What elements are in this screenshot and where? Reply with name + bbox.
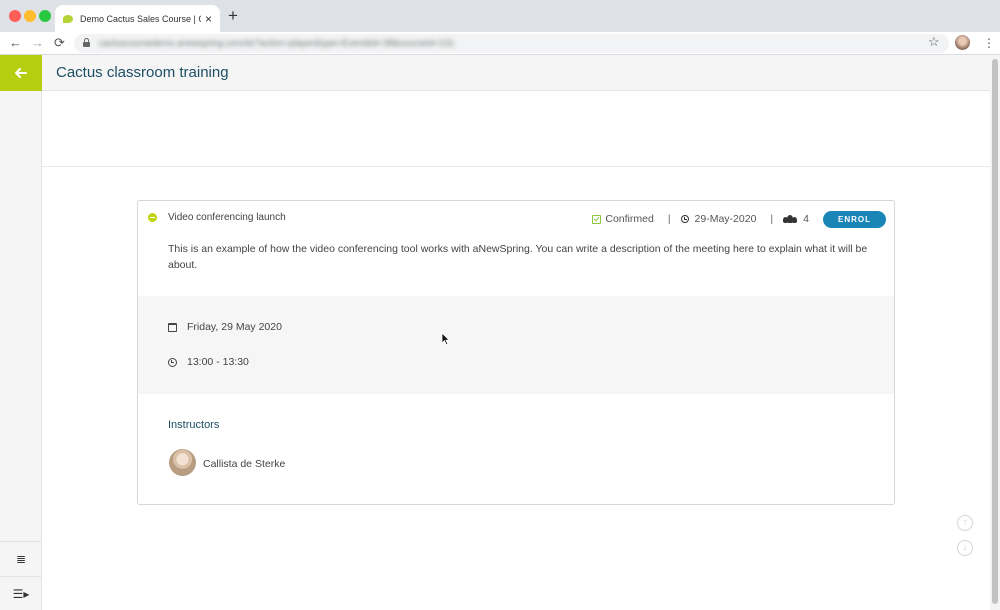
tab-close-icon[interactable]: × — [205, 13, 212, 25]
hamburger-menu-icon: ☰▸ — [12, 586, 30, 601]
instructors-heading: Instructors — [168, 419, 220, 431]
event-time-range: 13:00 - 13:30 — [187, 356, 249, 368]
meta-separator: | — [667, 213, 671, 225]
scroll-up-button[interactable]: ↑ — [957, 515, 973, 531]
event-time-row: 13:00 - 13:30 — [168, 356, 249, 368]
notes-icon: ≣ — [15, 551, 27, 566]
lock-icon — [83, 38, 90, 47]
header-spacer — [42, 91, 990, 167]
forward-arrow-icon[interactable]: → — [31, 35, 44, 51]
bookmark-star-icon[interactable]: ☆ — [928, 34, 940, 50]
event-name: Video conferencing launch — [168, 212, 286, 223]
participants-count: 4 — [803, 213, 809, 225]
scrollbar-thumb[interactable] — [992, 59, 998, 604]
app-header: Cactus classroom training — [42, 55, 990, 91]
meta-separator: | — [770, 213, 774, 225]
event-details: Friday, 29 May 2020 13:00 - 13:30 — [138, 296, 894, 394]
event-card: Video conferencing launch Confirmed | 29… — [137, 200, 895, 505]
browser-tab[interactable]: Demo Cactus Sales Course | C × — [55, 5, 220, 32]
notes-button[interactable]: ≣ — [0, 541, 42, 575]
clock-icon — [168, 357, 177, 367]
event-date-row: Friday, 29 May 2020 — [168, 321, 282, 333]
cactus-favicon-icon — [63, 14, 73, 23]
instructor-name: Callista de Sterke — [203, 458, 286, 470]
browser-tab-bar: Demo Cactus Sales Course | C × + — [0, 0, 1000, 32]
status-label: Confirmed — [605, 213, 654, 225]
address-bar[interactable]: cactuscoursedemo.anewspring.com/do?actio… — [74, 34, 949, 53]
page-title: Cactus classroom training — [56, 64, 229, 81]
left-rail — [0, 55, 42, 610]
tab-title: Demo Cactus Sales Course | C — [80, 13, 201, 24]
participants-icon — [783, 215, 798, 223]
clock-icon — [680, 215, 689, 223]
status-indicator-icon — [148, 213, 157, 222]
back-arrow-icon[interactable]: ← — [9, 35, 22, 51]
event-meta: Confirmed | 29-May-2020 | 4 ENROL — [592, 210, 886, 228]
scroll-down-button[interactable]: ↓ — [957, 540, 973, 556]
minimize-window-button[interactable] — [24, 10, 36, 22]
menu-toggle-button[interactable]: ☰▸ — [0, 576, 42, 610]
instructor-avatar — [169, 449, 196, 476]
browser-toolbar: ← → ⟳ cactuscoursedemo.anewspring.com/do… — [0, 32, 1000, 55]
mouse-cursor-icon — [441, 332, 451, 346]
event-date-long: Friday, 29 May 2020 — [187, 321, 282, 333]
page-scrollbar[interactable] — [990, 55, 1000, 610]
calendar-icon — [168, 322, 177, 332]
close-window-button[interactable] — [9, 10, 21, 22]
arrow-left-icon — [15, 68, 27, 78]
browser-menu-icon[interactable]: ⋮ — [983, 35, 995, 51]
event-date-short: 29-May-2020 — [694, 213, 757, 225]
profile-avatar[interactable] — [955, 35, 970, 50]
event-description: This is an example of how the video conf… — [168, 243, 868, 271]
calendar-check-icon — [592, 214, 602, 224]
url-text[interactable]: cactuscoursedemo.anewspring.com/do?actio… — [99, 38, 454, 48]
back-button[interactable] — [0, 55, 42, 91]
reload-icon[interactable]: ⟳ — [54, 35, 65, 51]
enrol-button[interactable]: ENROL — [823, 210, 886, 228]
new-tab-button[interactable]: + — [228, 7, 238, 24]
maximize-window-button[interactable] — [39, 10, 51, 22]
